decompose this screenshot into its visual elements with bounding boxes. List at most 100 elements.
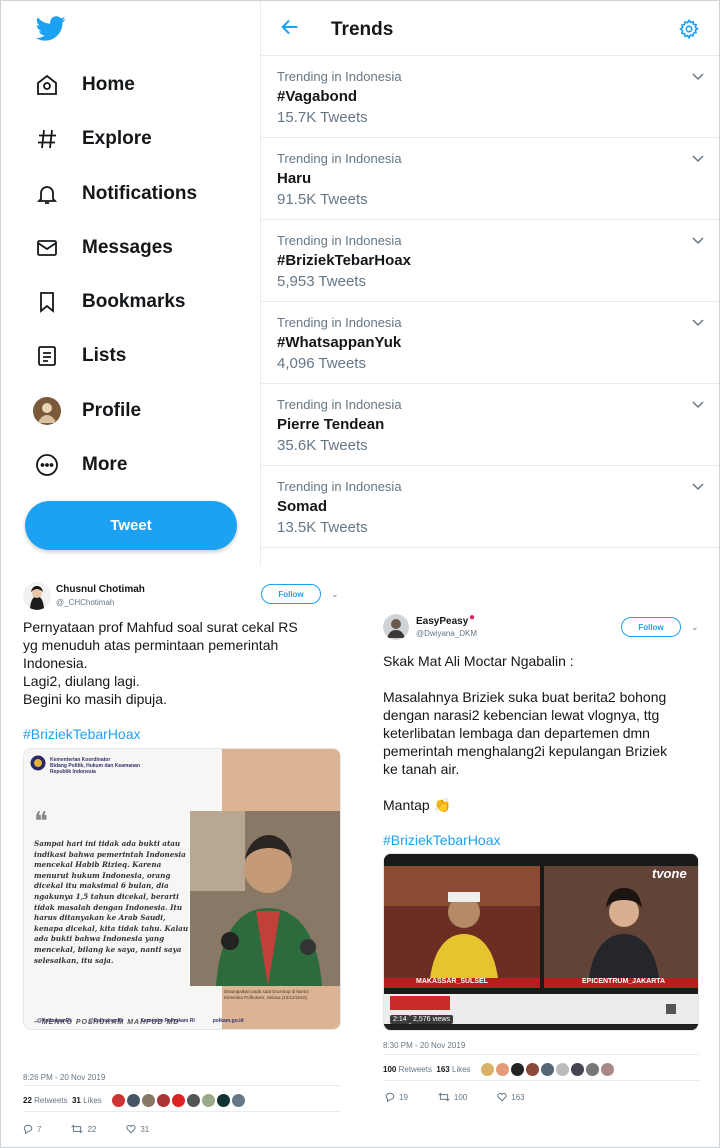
heart-icon: [126, 1125, 136, 1134]
avatar[interactable]: [111, 1094, 125, 1107]
avatar[interactable]: [495, 1063, 509, 1076]
trend-item[interactable]: Trending in Indonesia Somad 13.5K Tweets: [261, 466, 719, 548]
hashtag-icon: [25, 117, 69, 161]
avatar[interactable]: [383, 614, 409, 640]
social-handle: polkam.go.id: [212, 1018, 244, 1024]
tweet-text: Pernyataan prof Mahfud soal surat cekal …: [23, 619, 298, 707]
retweet-icon: [71, 1124, 84, 1134]
nav-item-bookmarks[interactable]: Bookmarks: [25, 280, 186, 324]
hashtag-link[interactable]: #BriziekTebarHoax: [383, 832, 501, 848]
gear-icon[interactable]: [678, 18, 700, 45]
nav-item-notifications[interactable]: Notifications: [25, 172, 197, 216]
nav-item-lists[interactable]: Lists: [25, 334, 126, 378]
nav-label: Lists: [82, 345, 127, 366]
tweet-button[interactable]: Tweet: [25, 501, 237, 550]
back-arrow-icon[interactable]: [279, 16, 301, 43]
likes-count[interactable]: 163: [436, 1065, 449, 1074]
like-button[interactable]: 31: [126, 1124, 149, 1134]
reply-button[interactable]: 19: [385, 1092, 408, 1102]
avatar[interactable]: [600, 1063, 614, 1076]
chevron-down-icon[interactable]: ⌄: [691, 622, 699, 633]
chevron-down-icon[interactable]: [690, 150, 706, 171]
likes-label: Likes: [83, 1096, 102, 1105]
pin-icon: ●: [469, 612, 476, 623]
chevron-down-icon[interactable]: [690, 232, 706, 253]
trends-panel: Trends Trending in Indonesia #Vagabond 1…: [260, 1, 719, 566]
avatar[interactable]: [480, 1063, 494, 1076]
avatar[interactable]: [126, 1094, 140, 1107]
avatar[interactable]: [540, 1063, 554, 1076]
avatar[interactable]: [23, 582, 51, 610]
hashtag-link[interactable]: #BriziekTebarHoax: [23, 726, 141, 742]
trend-item[interactable]: Trending in Indonesia #Vagabond 15.7K Tw…: [261, 56, 719, 138]
tweet-image[interactable]: Kementerian Koordinator Bidang Politik, …: [23, 748, 341, 1030]
trends-header: Trends: [261, 1, 719, 56]
nav-label: Bookmarks: [82, 291, 186, 312]
avatar[interactable]: [186, 1094, 200, 1107]
avatar[interactable]: [585, 1063, 599, 1076]
retweets-count[interactable]: 22: [23, 1096, 32, 1105]
trend-name: #WhatsappanYuk: [277, 334, 402, 351]
nav-item-more[interactable]: More: [25, 443, 127, 487]
nav-item-explore[interactable]: Explore: [25, 117, 152, 161]
avatar[interactable]: [171, 1094, 185, 1107]
tweet-video[interactable]: MAKASSAR_SULSEL EPICENTRUM_JAKARTA tvone…: [383, 853, 699, 1031]
avatar[interactable]: [231, 1094, 245, 1107]
trend-item[interactable]: Trending in Indonesia Haru 91.5K Tweets: [261, 138, 719, 220]
like-count: 163: [511, 1092, 525, 1102]
nav-label: Messages: [82, 237, 173, 258]
tweet-author-name[interactable]: EasyPeasy: [416, 616, 468, 627]
follow-button[interactable]: Follow: [621, 617, 681, 637]
chevron-down-icon[interactable]: ⌄: [331, 589, 339, 600]
follow-button[interactable]: Follow: [261, 584, 321, 604]
embedded-tweet-1: Chusnul Chotimah @_CHChotimah Follow ⌄ P…: [1, 566, 356, 1147]
reply-icon: [385, 1092, 395, 1102]
chevron-down-icon[interactable]: [690, 68, 706, 89]
avatar[interactable]: [141, 1094, 155, 1107]
avatar[interactable]: [216, 1094, 230, 1107]
tweet-author-handle[interactable]: @Dwiyana_DKM: [416, 629, 477, 638]
avatar[interactable]: [570, 1063, 584, 1076]
tweet-actions: 7 22 31: [23, 1124, 149, 1134]
reply-button[interactable]: 7: [23, 1124, 41, 1134]
chevron-down-icon[interactable]: [690, 478, 706, 499]
trend-item[interactable]: Trending in Indonesia Pierre Tendean 35.…: [261, 384, 719, 466]
image-quote: Sampai hari ini tidak ada bukti atau ind…: [34, 839, 189, 965]
trend-location: Trending in Indonesia: [277, 151, 402, 166]
tweet-timestamp[interactable]: 8:30 PM - 20 Nov 2019: [383, 1041, 465, 1050]
trend-item[interactable]: Trending in Indonesia #WhatsappanYuk 4,0…: [261, 302, 719, 384]
trend-location: Trending in Indonesia: [277, 479, 402, 494]
tweet-timestamp[interactable]: 8:26 PM - 20 Nov 2019: [23, 1073, 105, 1082]
nav-item-profile[interactable]: Profile: [25, 389, 141, 433]
trend-name: #Vagabond: [277, 88, 358, 105]
chevron-down-icon[interactable]: [690, 314, 706, 335]
liker-avatars: [111, 1094, 247, 1107]
trend-name: #BriziekTebarHoax: [277, 252, 411, 269]
list-icon: [25, 334, 69, 378]
avatar: [25, 389, 69, 433]
retweet-count: 22: [87, 1124, 97, 1134]
avatar[interactable]: [156, 1094, 170, 1107]
nav-item-home[interactable]: Home: [25, 63, 135, 107]
avatar[interactable]: [525, 1063, 539, 1076]
retweet-button[interactable]: 22: [71, 1124, 96, 1134]
trend-name: Pierre Tendean: [277, 416, 385, 433]
avatar[interactable]: [555, 1063, 569, 1076]
trend-item[interactable]: Trending in Indonesia #BriziekTebarHoax …: [261, 220, 719, 302]
reply-count: 7: [37, 1124, 42, 1134]
retweet-button[interactable]: 100: [438, 1092, 467, 1102]
nav-label: Notifications: [82, 183, 198, 204]
avatar[interactable]: [201, 1094, 215, 1107]
likes-count[interactable]: 31: [72, 1096, 81, 1105]
chevron-down-icon[interactable]: [690, 396, 706, 417]
heart-icon: [497, 1093, 507, 1102]
like-button[interactable]: 163: [497, 1092, 525, 1102]
tweet-author-name[interactable]: Chusnul Chotimah: [56, 584, 145, 595]
tweet-author-handle[interactable]: @_CHChotimah: [56, 598, 114, 607]
twitter-logo-icon[interactable]: [35, 13, 67, 43]
retweets-count[interactable]: 100: [383, 1065, 396, 1074]
trend-name: Haru: [277, 170, 312, 187]
nav-item-messages[interactable]: Messages: [25, 226, 173, 270]
mail-icon: [25, 226, 69, 270]
avatar[interactable]: [510, 1063, 524, 1076]
